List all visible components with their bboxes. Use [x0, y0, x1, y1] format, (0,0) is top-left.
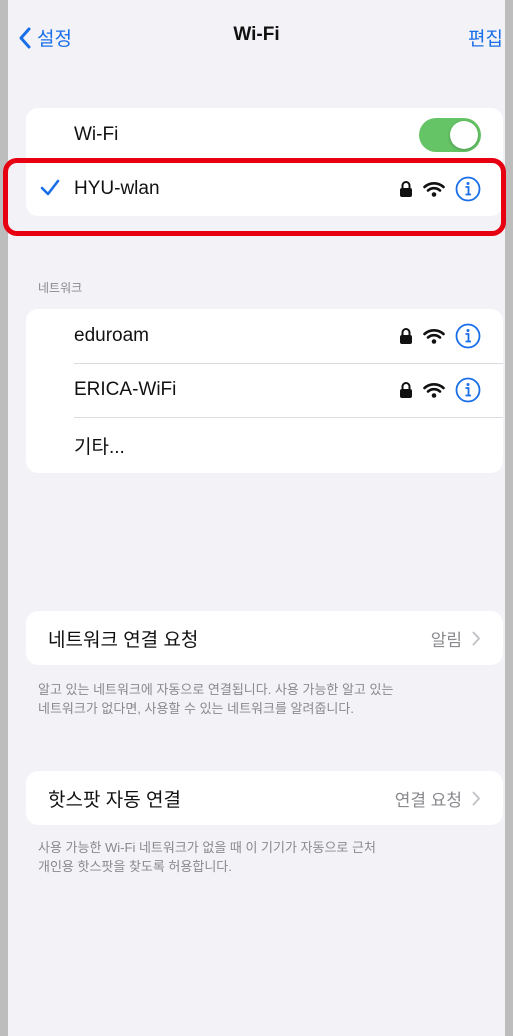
- network-status-icons: [399, 323, 481, 349]
- footer-line: 네트워크가 없다면, 사용할 수 있는 네트워크를 알려줍니다.: [38, 701, 354, 716]
- other-network-row[interactable]: 기타...: [26, 417, 503, 473]
- info-icon[interactable]: [455, 323, 481, 349]
- divider: [74, 363, 503, 364]
- footer-line: 개인용 핫스팟을 찾도록 허용합니다.: [38, 859, 232, 874]
- ask-to-join-footer: 알고 있는 네트워크에 자동으로 연결됩니다. 사용 가능한 알고 있는 네트워…: [38, 680, 498, 718]
- wifi-label: Wi-Fi: [74, 124, 119, 145]
- other-network-label: 기타...: [74, 436, 125, 458]
- network-name: ERICA-WiFi: [74, 379, 177, 400]
- auto-join-hotspot-label: 핫스팟 자동 연결: [48, 789, 181, 811]
- connected-network-name: HYU-wlan: [74, 178, 160, 199]
- network-status-icons: [399, 377, 481, 403]
- page-title: Wi-Fi: [233, 24, 280, 45]
- checkmark-icon: [40, 179, 60, 196]
- auto-join-hotspot-row[interactable]: 핫스팟 자동 연결 연결 요청: [26, 771, 503, 825]
- navigation-bar: 설정 Wi-Fi 편집: [8, 0, 505, 76]
- ask-to-join-group: 네트워크 연결 요청 알림: [26, 611, 503, 665]
- network-name: eduroam: [74, 325, 149, 346]
- network-row[interactable]: eduroam: [26, 309, 503, 363]
- ask-to-join-row[interactable]: 네트워크 연결 요청 알림: [26, 611, 503, 665]
- chevron-right-icon: [472, 791, 480, 805]
- footer-line: 사용 가능한 Wi-Fi 네트워크가 없을 때 이 기기가 자동으로 근처: [38, 840, 376, 855]
- auto-join-hotspot-value[interactable]: 연결 요청: [395, 786, 481, 811]
- settings-screen: 설정 Wi-Fi 편집 Wi-Fi HYU-wlan 네트워크 eduroam …: [8, 0, 505, 1036]
- lock-icon: [400, 181, 412, 197]
- networks-section-title: 네트워크: [38, 281, 83, 295]
- footer-line: 알고 있는 네트워크에 자동으로 연결됩니다. 사용 가능한 알고 있는: [38, 682, 394, 697]
- ask-to-join-label: 네트워크 연결 요청: [48, 629, 199, 651]
- network-status-icons: [399, 176, 481, 202]
- chevron-right-icon: [472, 631, 480, 645]
- hotspot-group: 핫스팟 자동 연결 연결 요청: [26, 771, 503, 825]
- edit-button[interactable]: 편집: [468, 24, 503, 51]
- wifi-signal-icon: [423, 329, 445, 344]
- divider: [48, 162, 503, 163]
- divider: [74, 417, 503, 418]
- info-icon[interactable]: [455, 377, 481, 403]
- wifi-signal-icon: [423, 182, 445, 197]
- lock-icon: [400, 382, 412, 398]
- wifi-toggle-row: Wi-Fi: [26, 108, 503, 162]
- networks-group: eduroam ERICA-WiFi 기타...: [26, 309, 503, 473]
- connected-network-row[interactable]: HYU-wlan: [26, 162, 503, 216]
- ask-to-join-value-text: 알림: [430, 630, 462, 650]
- wifi-toggle[interactable]: [419, 118, 481, 152]
- toggle-knob: [450, 121, 478, 149]
- lock-icon: [400, 328, 412, 344]
- hotspot-footer: 사용 가능한 Wi-Fi 네트워크가 없을 때 이 기기가 자동으로 근처 개인…: [38, 838, 498, 876]
- info-icon[interactable]: [455, 176, 481, 202]
- wifi-signal-icon: [423, 383, 445, 398]
- auto-join-hotspot-value-text: 연결 요청: [394, 790, 462, 810]
- wifi-group: Wi-Fi HYU-wlan: [26, 108, 503, 216]
- network-row[interactable]: ERICA-WiFi: [26, 363, 503, 417]
- ask-to-join-value[interactable]: 알림: [431, 626, 481, 651]
